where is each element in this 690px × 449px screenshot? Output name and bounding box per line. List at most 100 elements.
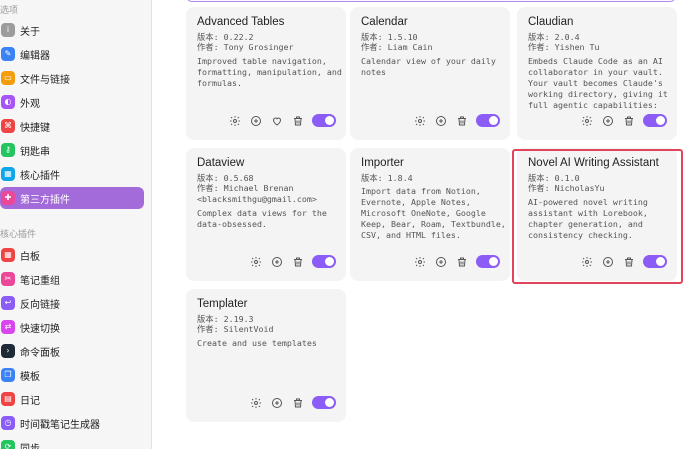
sidebar-item-label: 同步 [20, 443, 40, 449]
note-refactor-icon: ✂ [1, 272, 15, 286]
sidebar-item-4[interactable]: ⌘ 快捷键 [0, 115, 144, 137]
trash-icon[interactable] [291, 255, 304, 268]
settings-icon[interactable] [249, 396, 262, 409]
plugin-enable-toggle[interactable] [312, 396, 336, 409]
key-icon: ⚷ [1, 143, 15, 157]
add-hotkey-icon[interactable] [434, 255, 447, 268]
plugin-author: 作者: SilentVoid [197, 324, 274, 334]
trash-icon[interactable] [455, 255, 468, 268]
sidebar-item-label: 编辑器 [20, 50, 50, 62]
add-hotkey-icon[interactable] [601, 114, 614, 127]
sidebar-item-label: 反向链接 [20, 299, 60, 311]
sidebar-core-item-1[interactable]: ✂ 笔记重组 [0, 268, 144, 290]
sidebar-item-2[interactable]: ▭ 文件与链接 [0, 67, 144, 89]
sidebar-item-label: 关于 [20, 26, 40, 38]
plugin-actions [413, 114, 500, 127]
plugin-enable-toggle[interactable] [476, 255, 500, 268]
search-bar-edge[interactable] [186, 0, 676, 2]
plugin-actions [249, 396, 336, 409]
sidebar-item-3[interactable]: ◐ 外观 [0, 91, 144, 113]
plugin-author: 作者: NicholasYu [528, 183, 605, 193]
sidebar-item-label: 核心插件 [20, 170, 60, 182]
plugin-card[interactable]: Dataview 版本: 0.5.68 作者: Michael Brenan <bl… [186, 148, 346, 281]
settings-icon[interactable] [580, 255, 593, 268]
plugin-author: 作者: Liam Cain [361, 42, 433, 52]
plugin-card[interactable]: Advanced Tables 版本: 0.22.2 作者: Tony Grosin… [186, 7, 346, 140]
sidebar-core-item-5[interactable]: ❐ 模板 [0, 364, 144, 386]
sync-icon: ⟳ [1, 440, 15, 449]
trash-icon[interactable] [291, 396, 304, 409]
heart-icon[interactable] [270, 114, 283, 127]
plugin-card[interactable]: Calendar 版本: 1.5.10 作者: Liam Cain Calendar … [350, 7, 510, 140]
add-hotkey-icon[interactable] [270, 255, 283, 268]
sidebar-core-item-8[interactable]: ⟳ 同步 [0, 436, 144, 449]
template-icon: ❐ [1, 368, 15, 382]
sidebar-item-label: 快捷键 [20, 122, 50, 134]
folder-icon: ▭ [1, 71, 15, 85]
settings-icon[interactable] [228, 114, 241, 127]
plugin-actions [413, 255, 500, 268]
plugin-description: Embeds Claude Code as an AI collaborator… [528, 56, 668, 110]
plugin-card[interactable]: Templater 版本: 2.19.3 作者: SilentVoid Create … [186, 289, 346, 422]
terminal-icon: › [1, 344, 15, 358]
settings-icon[interactable] [249, 255, 262, 268]
sidebar-core-item-6[interactable]: ▤ 日记 [0, 388, 144, 410]
plugin-enable-toggle[interactable] [643, 114, 667, 127]
add-hotkey-icon[interactable] [270, 396, 283, 409]
plugin-author: 作者: Yishen Tu [528, 42, 600, 52]
plugin-enable-toggle[interactable] [476, 114, 500, 127]
sidebar-core-item-7[interactable]: ◷ 时间戳笔记生成器 [0, 412, 144, 434]
plugin-card[interactable]: Claudian 版本: 2.0.4 作者: Yishen Tu Embeds Cla… [517, 7, 677, 140]
trash-icon[interactable] [291, 114, 304, 127]
sidebar-item-label: 命令面板 [20, 347, 60, 359]
sidebar-core-item-2[interactable]: ↩ 反向链接 [0, 292, 144, 314]
sidebar-core-item-3[interactable]: ⇄ 快速切换 [0, 316, 144, 338]
sidebar-core-item-0[interactable]: ▦ 白板 [0, 244, 144, 266]
plugin-description: Create and use templates [197, 338, 317, 348]
sidebar-item-label: 模板 [20, 371, 40, 383]
backlink-icon: ↩ [1, 296, 15, 310]
plugin-description: AI-powered novel writing assistant with … [528, 197, 648, 240]
plugin-enable-toggle[interactable] [312, 114, 336, 127]
sidebar-item-label: 快速切换 [20, 323, 60, 335]
sidebar-item-7[interactable]: ✚ 第三方插件 [0, 187, 144, 209]
settings-icon[interactable] [580, 114, 593, 127]
clock-icon: ◷ [1, 416, 15, 430]
sidebar-item-0[interactable]: i 关于 [0, 19, 144, 41]
trash-icon[interactable] [622, 255, 635, 268]
sidebar-item-label: 文件与链接 [20, 74, 70, 86]
plugin-actions [249, 255, 336, 268]
plugin-enable-toggle[interactable] [643, 255, 667, 268]
sidebar-item-1[interactable]: ✎ 编辑器 [0, 43, 144, 65]
sidebar-item-label: 外观 [20, 98, 40, 110]
sidebar-item-5[interactable]: ⚷ 钥匙串 [0, 139, 144, 161]
settings-icon[interactable] [413, 114, 426, 127]
sidebar-item-label: 笔记重组 [20, 275, 60, 287]
sidebar-item-label: 时间戳笔记生成器 [20, 419, 100, 431]
plugin-name: Importer [361, 157, 404, 169]
sidebar-item-6[interactable]: ▦ 核心插件 [0, 163, 144, 185]
plugin-description: Complex data views for the data-obsessed… [197, 208, 327, 229]
plugin-card[interactable]: Importer 版本: 1.8.4 Import data from Notion… [350, 148, 510, 281]
calendar-icon: ▤ [1, 392, 15, 406]
palette-icon: ◐ [1, 95, 15, 109]
plugin-actions [228, 114, 336, 127]
trash-icon[interactable] [455, 114, 468, 127]
sidebar-core-item-4[interactable]: › 命令面板 [0, 340, 144, 362]
section-label-core-plugins: 核心插件 [0, 230, 37, 240]
trash-icon[interactable] [622, 114, 635, 127]
puzzle-icon: ✚ [1, 191, 15, 205]
settings-icon[interactable] [413, 255, 426, 268]
settings-sidebar: 选项 i 关于 ✎ 编辑器 ▭ 文件与链接 ◐ 外观 ⌘ 快捷键 ⚷ 钥匙串 ▦ 核心插件 ✚ 第三方插件 核… [0, 0, 152, 449]
plugin-name: Novel AI Writing Assistant [528, 157, 659, 169]
plugin-actions [580, 114, 667, 127]
pencil-icon: ✎ [1, 47, 15, 61]
sidebar-item-label: 白板 [20, 251, 40, 263]
plugin-card[interactable]: Novel AI Writing Assistant 版本: 0.1.0 作者: N… [517, 148, 677, 281]
sidebar-item-label: 日记 [20, 395, 40, 407]
add-hotkey-icon[interactable] [601, 255, 614, 268]
add-hotkey-icon[interactable] [434, 114, 447, 127]
add-hotkey-icon[interactable] [249, 114, 262, 127]
plugin-enable-toggle[interactable] [312, 255, 336, 268]
info-icon: i [1, 23, 15, 37]
